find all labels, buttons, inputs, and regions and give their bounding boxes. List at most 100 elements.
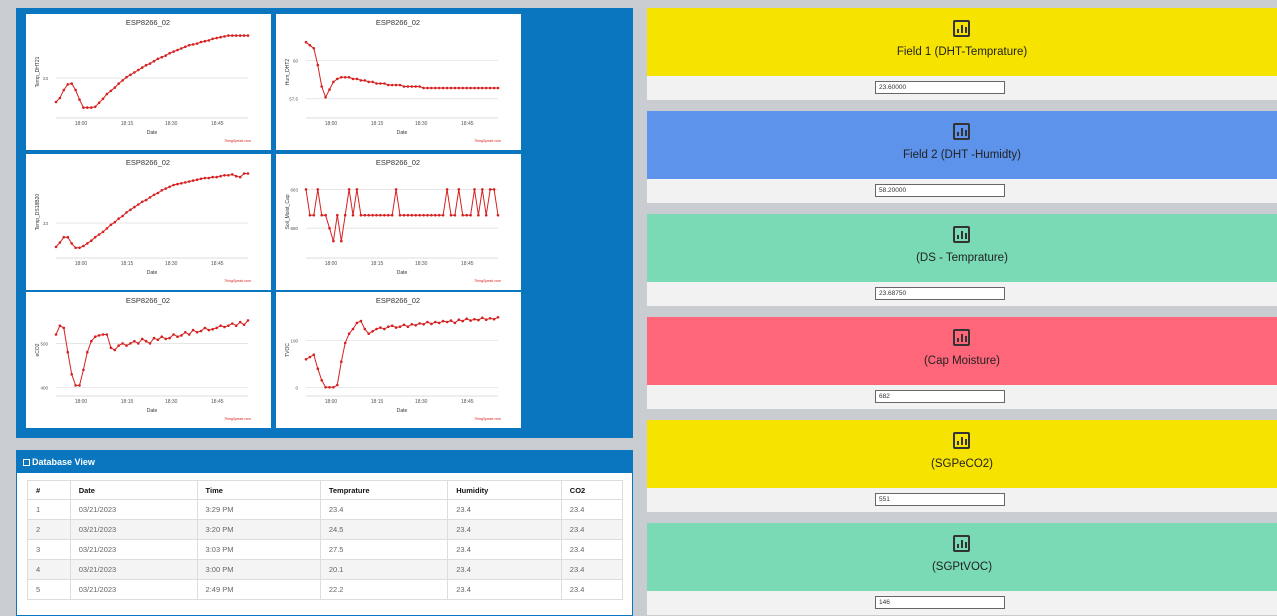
table-row[interactable]: 5 03/21/2023 2:49 PM 22.2 23.4 23.4 [27, 579, 624, 600]
data-point [180, 47, 183, 50]
bar-chart-icon[interactable] [953, 123, 970, 140]
thingspeak-brand: ThingSpeak.com [224, 279, 251, 283]
chart-svg: ESP8266_02 23 18:00 18:15 18:30 18:45 Date Temp… [35, 158, 251, 283]
data-point [164, 337, 167, 341]
table-row[interactable]: 2 03/21/2023 3:20 PM 24.5 23.4 23.4 [27, 519, 624, 540]
x-tick-label: 18:00 [325, 261, 338, 267]
table-row[interactable]: 3 03/21/2023 3:03 PM 27.5 23.4 23.4 [27, 539, 624, 560]
x-tick-label: 18:15 [371, 399, 384, 405]
chart-card-5[interactable]: ESP8266_02 500 400 18:00 18:15 18:30 18:45 Date… [26, 292, 271, 428]
data-point [359, 79, 363, 82]
chart-title: ESP8266_02 [126, 18, 170, 27]
bar-chart-icon[interactable] [953, 226, 970, 243]
field-footer [647, 282, 1277, 306]
table-row[interactable]: 1 03/21/2023 3:29 PM 23.4 23.4 23.4 [27, 499, 624, 520]
table-cell: 23.4 [560, 579, 624, 600]
data-point [351, 213, 355, 217]
data-point [78, 98, 81, 101]
data-point [62, 235, 66, 239]
data-point [105, 92, 109, 96]
data-point [231, 173, 234, 176]
field-value-input[interactable] [875, 184, 1005, 197]
column-header[interactable]: Humidity [447, 480, 562, 500]
chart-card-4[interactable]: ESP8266_02 683 680 18:00 18:15 18:30 18:45 Date… [276, 154, 521, 290]
data-point [414, 213, 417, 217]
data-point [203, 176, 207, 180]
table-row[interactable]: 4 03/21/2023 3:00 PM 20.1 23.4 23.4 [27, 559, 624, 580]
data-point [227, 34, 230, 37]
data-point [484, 86, 488, 90]
data-point [406, 213, 410, 217]
x-axis-label: Date [397, 408, 408, 414]
data-point [195, 178, 199, 181]
data-point [371, 213, 374, 217]
data-point [164, 187, 167, 190]
data-point [137, 203, 140, 206]
field-value-input[interactable] [875, 390, 1005, 403]
bar-chart-icon[interactable] [953, 329, 970, 346]
chart-panel: ESP8266_02 23 18:00 18:15 18:30 18:45 Date Temp… [16, 8, 633, 438]
column-header[interactable]: Temprature [319, 480, 449, 500]
data-point [97, 101, 101, 105]
field-value-input[interactable] [875, 493, 1005, 506]
field-value-input[interactable] [875, 596, 1005, 609]
series-line [55, 173, 248, 249]
chart-title: ESP8266_02 [376, 158, 420, 167]
data-point [137, 68, 140, 72]
x-tick-label: 18:30 [165, 121, 178, 127]
thingspeak-brand: ThingSpeak.com [474, 139, 501, 143]
data-point [473, 86, 476, 90]
data-point [355, 321, 359, 325]
data-point [406, 85, 410, 88]
field-header: (Cap Moisture) [647, 317, 1277, 385]
bar-chart-icon[interactable] [953, 535, 970, 552]
data-point [164, 54, 167, 57]
data-point [125, 211, 128, 214]
data-point [394, 326, 398, 329]
y-axis-label: Temp_DS18B20 [35, 194, 41, 231]
data-point [402, 85, 406, 88]
bar-chart-icon[interactable] [953, 20, 970, 37]
chart-card-1[interactable]: ESP8266_02 23 18:00 18:15 18:30 18:45 Date Temp… [26, 14, 271, 150]
column-header[interactable]: Date [69, 480, 198, 500]
data-point [66, 83, 70, 86]
data-point [426, 213, 429, 217]
data-point [180, 182, 183, 185]
data-point [54, 245, 58, 249]
chart-card-3[interactable]: ESP8266_02 23 18:00 18:15 18:30 18:45 Date Temp… [26, 154, 271, 290]
x-tick-label: 18:45 [211, 261, 224, 267]
chart-card-2[interactable]: ESP8266_02 60 57.5 18:00 18:15 18:30 18:45 Date… [276, 14, 521, 150]
field-value-input[interactable] [875, 81, 1005, 94]
data-point [168, 336, 171, 340]
data-point [215, 36, 218, 40]
data-point [113, 348, 117, 352]
chart-card-6[interactable]: ESP8266_02 100 0 18:00 18:15 18:30 18:45 Date TV… [276, 292, 521, 428]
data-point [484, 213, 488, 217]
column-header[interactable]: Time [196, 480, 321, 500]
data-point [367, 213, 370, 217]
x-tick-label: 18:15 [371, 261, 384, 267]
data-point [359, 319, 363, 323]
data-point [426, 86, 429, 90]
field-value-input[interactable] [875, 287, 1005, 300]
data-point [375, 82, 378, 85]
field-card-6: (SGPtVOC) [647, 523, 1277, 615]
data-point [144, 63, 148, 67]
data-point [434, 213, 437, 217]
y-tick-label: 680 [290, 226, 298, 231]
data-point [445, 86, 449, 90]
bar-chart-icon[interactable] [953, 432, 970, 449]
column-header[interactable]: CO2 [560, 480, 624, 500]
data-point [129, 73, 132, 77]
column-header[interactable]: # [27, 480, 71, 500]
data-point [457, 188, 461, 191]
data-point [238, 175, 242, 179]
x-tick-label: 18:15 [121, 121, 134, 127]
data-point [191, 328, 195, 332]
data-point [231, 34, 234, 37]
y-axis-label: Hum_DHT2 [285, 59, 291, 86]
data-point [304, 188, 308, 191]
data-point [343, 341, 347, 345]
data-point [207, 176, 211, 180]
data-point [461, 86, 464, 90]
